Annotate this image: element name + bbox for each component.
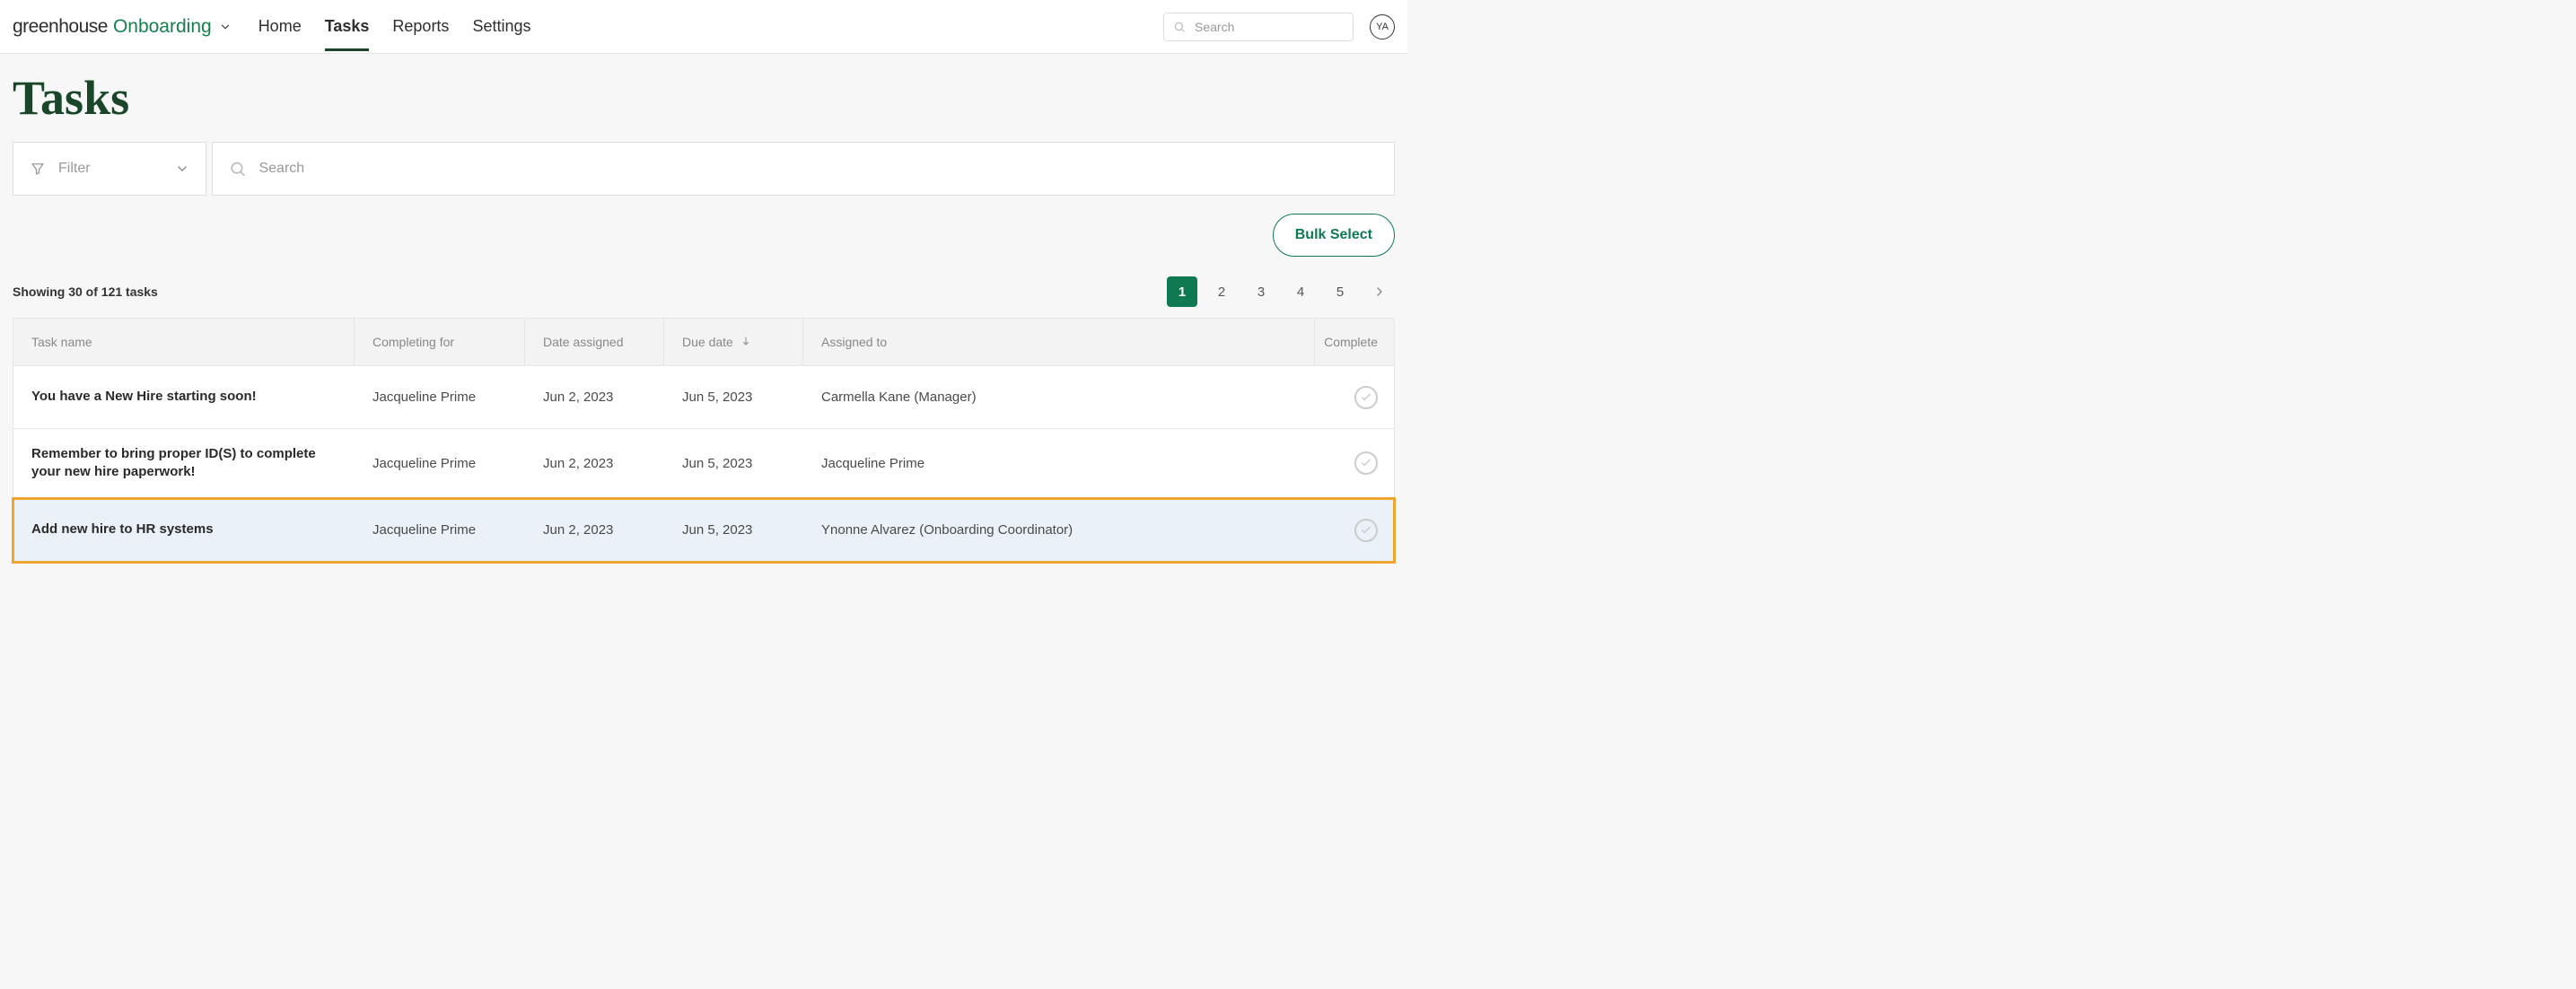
- cell-complete: [1315, 435, 1396, 491]
- table-meta-row: Showing 30 of 121 tasks 1 2 3 4 5: [13, 276, 1395, 307]
- col-date-assigned[interactable]: Date assigned: [525, 319, 664, 365]
- complete-toggle[interactable]: [1354, 451, 1378, 475]
- main-nav: Home Tasks Reports Settings: [258, 3, 531, 51]
- cell-task-name: You have a New Hire starting soon!: [13, 372, 355, 422]
- avatar-initials: YA: [1376, 22, 1389, 32]
- table-row[interactable]: Add new hire to HR systems Jacqueline Pr…: [13, 499, 1394, 562]
- page-2[interactable]: 2: [1206, 276, 1237, 307]
- search-icon: [229, 160, 246, 178]
- showing-count: Showing 30 of 121 tasks: [13, 284, 158, 299]
- table-row[interactable]: You have a New Hire starting soon! Jacqu…: [13, 366, 1394, 429]
- global-search-input[interactable]: [1195, 20, 1344, 34]
- filter-label: Filter: [58, 161, 91, 177]
- user-avatar[interactable]: YA: [1370, 14, 1395, 39]
- col-task-name[interactable]: Task name: [13, 319, 355, 365]
- check-icon: [1360, 524, 1372, 537]
- global-search[interactable]: [1163, 13, 1354, 41]
- cell-complete: [1315, 503, 1396, 558]
- filter-icon: [30, 161, 46, 177]
- cell-task-name: Remember to bring proper ID(S) to comple…: [13, 429, 355, 498]
- cell-due-date: Jun 5, 2023: [664, 440, 803, 487]
- cell-date-assigned: Jun 2, 2023: [525, 506, 664, 554]
- cell-completing-for: Jacqueline Prime: [355, 506, 525, 554]
- complete-toggle[interactable]: [1354, 386, 1378, 409]
- task-search-input[interactable]: [258, 161, 1378, 177]
- page-next[interactable]: [1364, 276, 1395, 307]
- brand-name: greenhouse: [13, 16, 108, 38]
- col-due-date[interactable]: Due date: [664, 319, 803, 365]
- nav-tasks[interactable]: Tasks: [325, 3, 370, 51]
- chevron-down-icon: [219, 21, 232, 33]
- page-body: Tasks Filter Bulk Select Showing 30 of 1…: [0, 54, 1407, 590]
- search-icon: [1173, 21, 1186, 33]
- check-icon: [1360, 391, 1372, 404]
- brand-switcher[interactable]: greenhouse Onboarding: [13, 16, 232, 38]
- filter-dropdown[interactable]: Filter: [13, 142, 206, 196]
- nav-home[interactable]: Home: [258, 3, 302, 51]
- page-1[interactable]: 1: [1167, 276, 1197, 307]
- cell-date-assigned: Jun 2, 2023: [525, 440, 664, 487]
- col-due-date-label: Due date: [682, 335, 733, 349]
- chevron-down-icon: [175, 162, 189, 176]
- cell-due-date: Jun 5, 2023: [664, 373, 803, 421]
- table-row[interactable]: Remember to bring proper ID(S) to comple…: [13, 429, 1394, 499]
- page-5[interactable]: 5: [1325, 276, 1355, 307]
- nav-reports[interactable]: Reports: [392, 3, 449, 51]
- task-search[interactable]: [212, 142, 1395, 196]
- cell-assigned-to: Jacqueline Prime: [803, 440, 1315, 487]
- sort-descending-icon: [740, 335, 751, 349]
- col-assigned-to[interactable]: Assigned to: [803, 319, 1315, 365]
- cell-date-assigned: Jun 2, 2023: [525, 373, 664, 421]
- top-nav: greenhouse Onboarding Home Tasks Reports…: [0, 0, 1407, 54]
- cell-completing-for: Jacqueline Prime: [355, 373, 525, 421]
- table-header: Task name Completing for Date assigned D…: [13, 319, 1394, 366]
- filter-bar: Filter: [13, 142, 1395, 196]
- brand-product: Onboarding: [113, 16, 212, 38]
- pagination: 1 2 3 4 5: [1167, 276, 1395, 307]
- cell-assigned-to: Carmella Kane (Manager): [803, 373, 1315, 421]
- cell-task-name: Add new hire to HR systems: [13, 504, 355, 555]
- cell-completing-for: Jacqueline Prime: [355, 440, 525, 487]
- nav-settings[interactable]: Settings: [472, 3, 530, 51]
- tasks-table: Task name Completing for Date assigned D…: [13, 318, 1395, 563]
- check-icon: [1360, 457, 1372, 469]
- chevron-right-icon: [1372, 284, 1387, 299]
- col-complete: Complete: [1315, 319, 1396, 365]
- cell-assigned-to: Ynonne Alvarez (Onboarding Coordinator): [803, 506, 1315, 554]
- bulk-select-button[interactable]: Bulk Select: [1273, 214, 1395, 257]
- cell-complete: [1315, 370, 1396, 425]
- page-3[interactable]: 3: [1246, 276, 1276, 307]
- complete-toggle[interactable]: [1354, 519, 1378, 542]
- page-4[interactable]: 4: [1285, 276, 1316, 307]
- page-title: Tasks: [13, 70, 1395, 126]
- col-completing-for[interactable]: Completing for: [355, 319, 525, 365]
- cell-due-date: Jun 5, 2023: [664, 506, 803, 554]
- bulk-select-row: Bulk Select: [13, 214, 1395, 257]
